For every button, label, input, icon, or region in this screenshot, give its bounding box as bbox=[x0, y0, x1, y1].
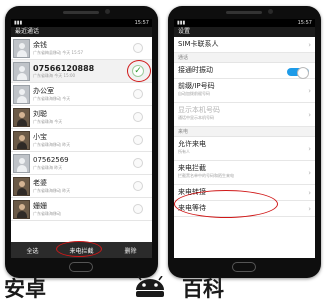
chevron-right-icon: › bbox=[308, 40, 311, 49]
call-row[interactable]: 老婆 广东省珠海移动 昨天 bbox=[11, 175, 152, 198]
settings-screen: ▮▮▮ 15:57 设置 SIM卡联系人 › 通话 接通时振动 前缀/IP号码 … bbox=[174, 19, 315, 258]
call-detail: 广东省珠海 今天 15:00 bbox=[33, 72, 76, 78]
setting-call-blocking[interactable]: 来电拦截 拦截黑名单中的号码和陌生来电 › bbox=[174, 161, 315, 185]
setting-title: 前缀/IP号码 bbox=[178, 82, 215, 90]
call-row[interactable]: 刘聪 广东省珠海 今天 bbox=[11, 106, 152, 129]
setting-title: 来电拦截 bbox=[178, 164, 206, 172]
select-circle[interactable] bbox=[133, 89, 143, 99]
setting-ip-prefix[interactable]: 前缀/IP号码 自动加拨前缀号码 › bbox=[174, 79, 315, 103]
android-robot-icon bbox=[136, 276, 164, 297]
status-bar: ▮▮▮ 15:57 bbox=[11, 19, 152, 27]
front-camera bbox=[105, 9, 110, 14]
avatar-icon bbox=[13, 38, 30, 58]
section-header-calls: 通话 bbox=[174, 53, 315, 63]
annotation-ring-intercept bbox=[56, 241, 102, 257]
setting-sim-contacts[interactable]: SIM卡联系人 › bbox=[174, 37, 315, 53]
call-detail: 广东省珠海移动 今天 bbox=[33, 95, 71, 101]
avatar-icon bbox=[13, 84, 30, 104]
select-circle[interactable] bbox=[133, 112, 143, 122]
call-row[interactable]: 小宝 广东省珠海移动 昨天 bbox=[11, 129, 152, 152]
speaker-grille bbox=[226, 11, 262, 14]
vibrate-toggle[interactable] bbox=[287, 67, 309, 79]
setting-title: 接通时振动 bbox=[178, 66, 213, 74]
call-name: 老婆 bbox=[33, 178, 47, 187]
select-circle[interactable] bbox=[133, 43, 143, 53]
setting-subtitle: 拦截黑名单中的号码和陌生来电 bbox=[178, 173, 234, 178]
left-phone: ▮▮▮ 15:57 最近通话 余钱 广东省梅县移动 今天 15:57 07566… bbox=[5, 6, 158, 278]
status-time: 15:57 bbox=[134, 20, 149, 26]
call-log-screen: ▮▮▮ 15:57 最近通话 余钱 广东省梅县移动 今天 15:57 07566… bbox=[11, 19, 152, 258]
page-title: 最近通话 bbox=[11, 27, 152, 37]
speaker-grille bbox=[63, 11, 99, 14]
call-detail: 广东省珠海 昨天 bbox=[33, 164, 63, 170]
front-camera bbox=[268, 9, 273, 14]
setting-title: 显示本机号码 bbox=[178, 106, 220, 114]
setting-title: 允许来电 bbox=[178, 140, 206, 148]
call-name: 07566120888 bbox=[33, 63, 95, 73]
call-row[interactable]: 07562569 广东省珠海 昨天 bbox=[11, 152, 152, 175]
setting-subtitle: 所有人 bbox=[178, 149, 190, 154]
home-button[interactable] bbox=[232, 262, 256, 272]
avatar-photo bbox=[13, 130, 30, 150]
select-circle[interactable] bbox=[133, 204, 143, 214]
signal-icon: ▮▮▮ bbox=[14, 20, 23, 26]
annotation-ring-call-blocking bbox=[174, 190, 278, 218]
chevron-right-icon: › bbox=[308, 168, 311, 177]
delete-button[interactable]: 删除 bbox=[118, 245, 142, 256]
call-detail: 广东省珠海 今天 bbox=[33, 118, 63, 124]
watermark-left-text: 安卓 bbox=[4, 277, 46, 300]
chevron-right-icon: › bbox=[308, 204, 311, 213]
call-name: 小宝 bbox=[33, 132, 47, 141]
setting-show-my-number[interactable]: 显示本机号码 通话中显示本机号码 › bbox=[174, 103, 315, 127]
select-all-button[interactable]: 全选 bbox=[20, 245, 44, 256]
select-circle[interactable] bbox=[133, 181, 143, 191]
call-name: 07562569 bbox=[33, 155, 69, 164]
avatar-photo bbox=[13, 176, 30, 196]
call-name: 刘聪 bbox=[33, 109, 47, 118]
watermark-right-text: 百科 bbox=[182, 277, 224, 300]
status-time: 15:57 bbox=[297, 20, 312, 26]
avatar-icon bbox=[13, 153, 30, 173]
call-name: 余钱 bbox=[33, 40, 47, 49]
call-row[interactable]: 余钱 广东省梅县移动 今天 15:57 bbox=[11, 37, 152, 60]
call-detail: 广东省珠海移动 bbox=[33, 210, 61, 216]
chevron-right-icon: › bbox=[308, 86, 311, 95]
avatar-photo bbox=[13, 199, 30, 219]
setting-title: SIM卡联系人 bbox=[178, 40, 219, 48]
call-detail: 广东省珠海移动 昨天 bbox=[33, 187, 71, 193]
chevron-right-icon: › bbox=[308, 110, 311, 119]
setting-vibrate-on-connect[interactable]: 接通时振动 bbox=[174, 63, 315, 79]
call-detail: 广东省珠海移动 昨天 bbox=[33, 141, 71, 147]
status-bar: ▮▮▮ 15:57 bbox=[174, 19, 315, 27]
signal-icon: ▮▮▮ bbox=[177, 20, 186, 26]
chevron-right-icon: › bbox=[308, 144, 311, 153]
avatar-icon bbox=[13, 61, 30, 81]
select-circle[interactable] bbox=[133, 158, 143, 168]
call-name: 办公室 bbox=[33, 86, 54, 95]
right-phone: ▮▮▮ 15:57 设置 SIM卡联系人 › 通话 接通时振动 前缀/IP号码 … bbox=[168, 6, 321, 278]
call-row[interactable]: 姗姗 广东省珠海移动 bbox=[11, 198, 152, 221]
call-row[interactable]: 办公室 广东省珠海移动 今天 bbox=[11, 83, 152, 106]
watermark: 安卓 百科 bbox=[0, 272, 325, 300]
chevron-right-icon: › bbox=[308, 188, 311, 197]
select-circle[interactable] bbox=[133, 135, 143, 145]
annotation-ring-check bbox=[127, 60, 151, 82]
home-button[interactable] bbox=[69, 262, 93, 272]
setting-subtitle: 自动加拨前缀号码 bbox=[178, 91, 210, 96]
call-name: 姗姗 bbox=[33, 201, 47, 210]
avatar-photo bbox=[13, 107, 30, 127]
call-detail: 广东省梅县移动 今天 15:57 bbox=[33, 49, 84, 55]
setting-subtitle: 通话中显示本机号码 bbox=[178, 115, 214, 120]
setting-allow-calls[interactable]: 允许来电 所有人 › bbox=[174, 137, 315, 161]
page-title: 设置 bbox=[174, 27, 315, 37]
section-header-incoming: 来电 bbox=[174, 127, 315, 137]
